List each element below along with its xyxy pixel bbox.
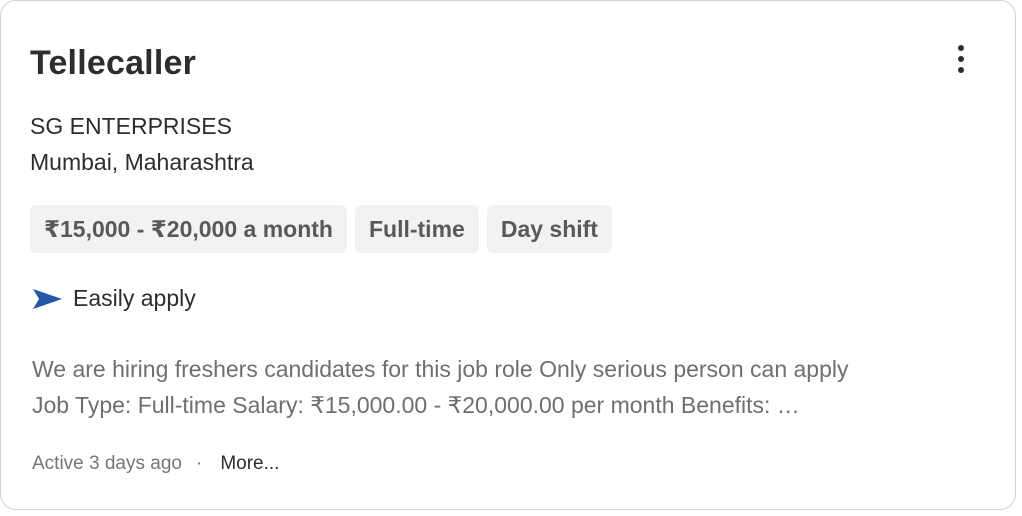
job-title[interactable]: Tellecaller — [30, 44, 196, 83]
company-name: SG ENTERPRISES — [30, 113, 232, 139]
more-vertical-icon — [958, 45, 964, 51]
footer-separator: · — [195, 453, 203, 474]
snippet-line: Job Type: Full-time Salary: ₹15,000.00 -… — [32, 392, 800, 418]
more-vertical-icon-dot — [958, 67, 964, 73]
job-footer: Active 3 days ago · More... — [32, 453, 279, 475]
easy-apply-label: Easily apply — [73, 285, 196, 311]
more-vertical-icon-dot — [958, 56, 964, 62]
paper-plane-arrow-icon — [33, 288, 62, 309]
shift-tag: Day shift — [486, 205, 612, 253]
snippet-line: We are hiring freshers candidates for th… — [32, 356, 849, 382]
job-type-tag: Full-time — [354, 205, 479, 253]
job-tags: ₹15,000 - ₹20,000 a month Full-time Day … — [30, 205, 612, 253]
more-link[interactable]: More... — [220, 453, 279, 475]
job-location: Mumbai, Maharashtra — [30, 149, 254, 175]
activity-status: Active 3 days ago — [32, 453, 182, 474]
job-snippet: We are hiring freshers candidates for th… — [32, 351, 982, 423]
easy-apply-indicator: Easily apply — [32, 285, 196, 312]
more-options-button[interactable] — [943, 37, 979, 81]
job-card[interactable]: Tellecaller SG ENTERPRISES Mumbai, Mahar… — [0, 0, 1016, 510]
salary-tag: ₹15,000 - ₹20,000 a month — [30, 205, 347, 253]
